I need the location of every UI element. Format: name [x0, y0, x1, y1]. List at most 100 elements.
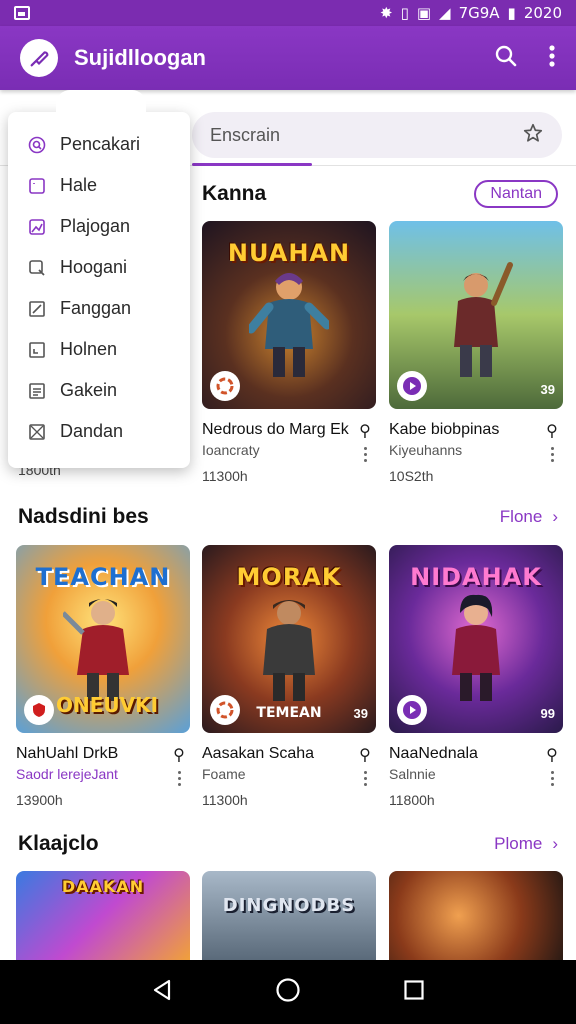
home-circle-icon[interactable] [275, 977, 301, 1008]
section-link-label: Plome [494, 834, 543, 853]
game-thumbnail[interactable] [389, 871, 563, 960]
more-vert-icon[interactable] [363, 447, 367, 462]
game-thumbnail[interactable]: DINGNODBS [202, 871, 376, 960]
game-card[interactable]: DINGNODBS [202, 871, 376, 960]
search-input[interactable] [210, 124, 522, 146]
game-subtitle: Kiyeuhanns [389, 442, 463, 458]
chevron-right-icon: › [552, 507, 558, 526]
section-title: Klaajclo [18, 832, 99, 855]
chevron-right-icon: › [552, 834, 558, 853]
character-figure [249, 273, 329, 377]
menu-item-label: Plajogan [60, 216, 131, 236]
search-icon[interactable] [494, 44, 518, 73]
game-thumbnail[interactable]: TEACHAN ONEUVKI [16, 545, 190, 733]
thumbnail-bottom-label: ONEUVKI [56, 693, 159, 717]
game-card[interactable]: DAAKAN [16, 871, 190, 960]
menu-item-dandan[interactable]: Dandan [8, 411, 190, 452]
game-card[interactable]: NIDAHAK 99 NaaNednala Salnnie 11800h ⚲ [389, 545, 563, 808]
image-edit-icon [28, 218, 46, 236]
gallery-notification-icon [14, 6, 30, 20]
section-more-link[interactable]: Plome › [494, 834, 558, 854]
menu-item-label: Holnen [60, 339, 118, 359]
pin-icon[interactable]: ⚲ [173, 745, 185, 765]
game-card[interactable]: NUAHAN Nedrous do Marg Ek Ioancraty 1130… [202, 221, 376, 484]
game-name: NahUahl DrkB [16, 745, 119, 762]
search-bar [192, 112, 562, 158]
menu-item-label: Hoogani [60, 257, 128, 277]
menu-item-fanggan[interactable]: Fanggan [8, 288, 190, 329]
pin-icon[interactable]: ⚲ [546, 745, 558, 765]
character-figure [454, 262, 513, 377]
status-time: 2020 [523, 4, 562, 22]
square-icon [28, 177, 46, 195]
section-title: Kanna [202, 182, 267, 205]
back-triangle-icon[interactable] [151, 978, 173, 1007]
pin-icon[interactable]: ⚲ [359, 421, 371, 441]
search-circle-icon [28, 136, 46, 154]
game-thumbnail[interactable]: MORAK TEMEAN 39 [202, 545, 376, 733]
character-figure [63, 599, 129, 701]
section-header-nadsdini: Nadsdini bes Flone › [0, 505, 576, 529]
nfc-icon: ▣ [416, 4, 432, 22]
game-name: NaaNednala [389, 745, 478, 762]
game-time: 11800h [389, 792, 435, 808]
more-vert-icon[interactable] [550, 771, 554, 786]
edit-square-icon [28, 300, 46, 318]
section-action-button[interactable]: Nantan [474, 180, 558, 208]
recents-square-icon[interactable] [403, 979, 425, 1006]
game-thumbnail[interactable]: NIDAHAK 99 [389, 545, 563, 733]
game-thumbnail[interactable]: DAAKAN [16, 871, 190, 960]
game-time: 13900h [16, 792, 63, 808]
pin-icon[interactable]: ⚲ [359, 745, 371, 765]
tab-indicator [192, 163, 312, 166]
view-count: 99 [540, 706, 555, 721]
status-bar: ✸ ▯ ▣ ◢ 7G9A ▮ 2020 [0, 0, 576, 26]
more-vert-icon[interactable] [177, 771, 181, 786]
pen-nib-icon[interactable] [20, 39, 58, 77]
section-header-klaajclo: Klaajclo Plome › [0, 832, 576, 856]
signal-icon: ◢ [439, 4, 451, 22]
app-bar: Sujidlloogan [0, 26, 576, 90]
game-card[interactable]: TEACHAN ONEUVKI NahUahl DrkB Saodr lerej… [16, 545, 190, 808]
game-subtitle: Salnnie [389, 766, 436, 782]
play-icon [397, 695, 427, 725]
play-icon [397, 371, 427, 401]
dropdown-notch [56, 90, 146, 114]
section-link-label: Flone [499, 507, 543, 526]
vibrate-icon: ▯ [400, 4, 409, 22]
document-icon [28, 382, 46, 400]
star-icon[interactable] [522, 122, 544, 149]
game-card[interactable]: MORAK TEMEAN 39 Aasakan Scaha Foame 1130… [202, 545, 376, 808]
game-card[interactable] [389, 871, 563, 960]
system-nav-bar [0, 960, 576, 1024]
menu-item-label: Fanggan [60, 298, 132, 318]
section-more-link[interactable]: Flone › [500, 507, 558, 527]
more-vert-icon[interactable] [550, 447, 554, 462]
pin-icon[interactable]: ⚲ [546, 421, 558, 441]
more-vert-icon[interactable] [548, 44, 556, 73]
battery-icon: ▮ [507, 4, 516, 22]
more-vert-icon[interactable] [363, 771, 367, 786]
game-card[interactable]: 39 Kabe biobpinas Kiyeuhanns 10S2th ⚲ [389, 221, 563, 484]
menu-item-plajogan[interactable]: Plajogan [8, 206, 190, 247]
menu-item-label: Dandan [60, 421, 124, 441]
menu-item-hale[interactable]: Hale [8, 165, 190, 206]
shield-icon [24, 695, 54, 725]
game-thumbnail[interactable]: NUAHAN [202, 221, 376, 409]
view-count: 39 [353, 706, 368, 721]
bug-icon: ✸ [379, 4, 393, 22]
layout-icon [28, 341, 46, 359]
game-subtitle: Ioancraty [202, 442, 260, 458]
menu-item-gakein[interactable]: Gakein [8, 370, 190, 411]
spin-icon [210, 695, 240, 725]
search-icon [28, 259, 46, 277]
game-name: Kabe biobpinas [389, 421, 500, 438]
view-count: 39 [540, 382, 555, 397]
menu-item-holnen[interactable]: Holnen [8, 329, 190, 370]
game-time: 11300h [202, 792, 248, 808]
thumbnail-art-title: DINGNODBS [222, 895, 356, 916]
menu-item-hoogani[interactable]: Hoogani [8, 247, 190, 288]
menu-item-pencakari[interactable]: Pencakari [8, 124, 190, 165]
menu-item-label: Hale [60, 175, 98, 195]
game-thumbnail[interactable]: 39 [389, 221, 563, 409]
